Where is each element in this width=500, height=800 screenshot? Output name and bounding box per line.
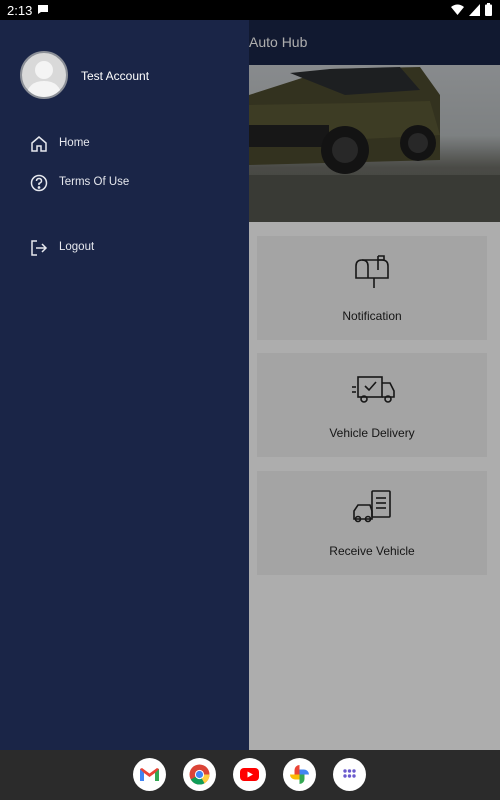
notification-chat-icon [38,5,48,14]
drawer-item-logout-label: Logout [59,241,95,253]
signal-icon [469,3,480,16]
youtube-app[interactable] [233,758,266,791]
home-icon [31,136,47,152]
app-drawer-button[interactable] [333,758,366,791]
drawer-item-terms[interactable]: Terms Of Use [0,165,249,201]
chrome-app[interactable] [183,758,216,791]
wifi-icon [451,4,464,15]
logout-icon [31,240,48,256]
chrome-icon [189,764,210,785]
drawer-item-home-label: Home [59,137,90,149]
battery-icon [485,3,492,16]
user-silhouette-icon [26,61,62,97]
account-name: Test Account [81,69,150,83]
gmail-app[interactable] [133,758,166,791]
photos-app[interactable] [283,758,316,791]
help-icon [30,174,48,192]
app-dock [0,750,500,800]
photos-icon [290,765,309,784]
app-drawer-icon [343,769,356,778]
drawer-item-logout[interactable]: Logout [0,230,249,266]
navigation-drawer: Test Account Home Terms Of Use Logout [0,20,249,750]
drawer-item-home[interactable]: Home [0,126,249,162]
status-time: 2:13 [7,3,33,18]
avatar[interactable] [20,51,68,99]
gmail-icon [140,768,159,781]
drawer-item-terms-label: Terms Of Use [59,176,130,188]
youtube-icon [240,768,259,781]
status-bar: 2:13 [0,0,500,20]
